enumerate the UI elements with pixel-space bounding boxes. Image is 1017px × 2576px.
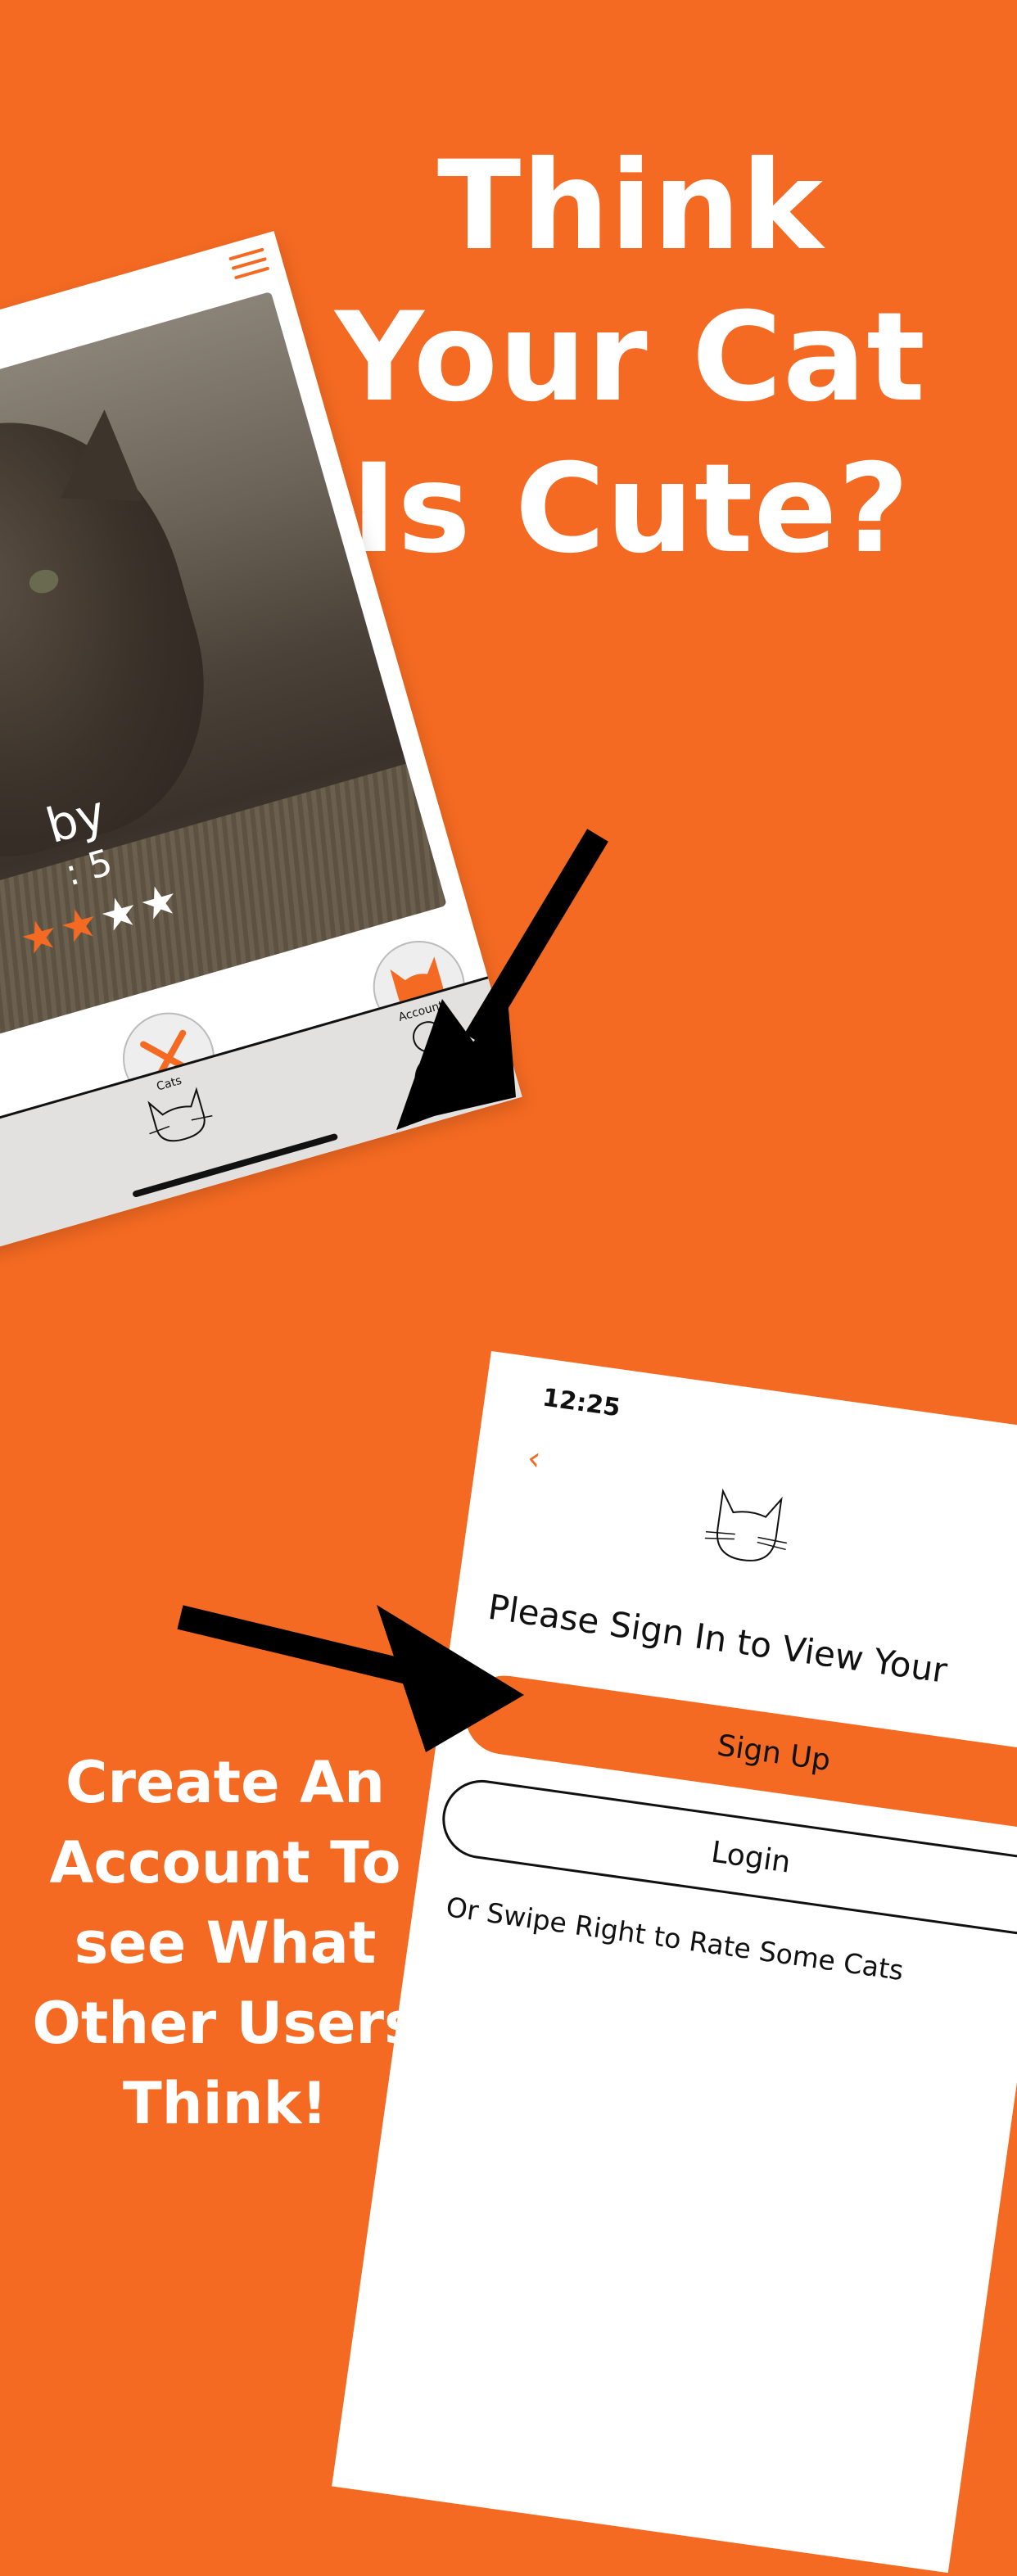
- signin-prompt: Please Sign In to View Your: [486, 1586, 950, 1691]
- phone-screenshot-signin: 12:25 ‹ Please Sign In to View Your Sign…: [332, 1351, 1017, 2574]
- arrow-icon: [177, 1605, 524, 1752]
- subline: Create An Account To see What Other User…: [32, 1749, 418, 2137]
- status-time: 12:25: [540, 1383, 622, 1423]
- cat-logo-icon: [704, 1488, 788, 1561]
- cat-figure: [0, 384, 243, 891]
- back-chevron-icon[interactable]: ‹: [525, 1439, 543, 1479]
- arrow-icon: [396, 829, 608, 1130]
- menu-icon[interactable]: [228, 247, 270, 281]
- headline: Think Your Cat Is Cute?: [335, 135, 926, 581]
